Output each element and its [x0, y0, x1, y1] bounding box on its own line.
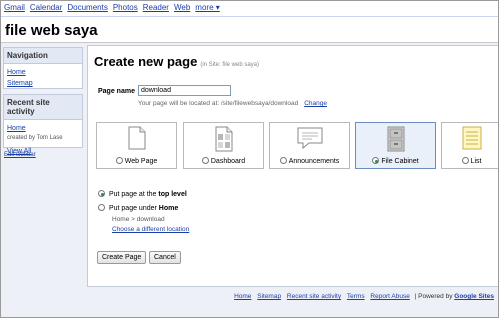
- activity-created-by: created by Tom Lase: [7, 135, 63, 141]
- footer-terms-link[interactable]: Terms: [347, 293, 365, 300]
- template-list[interactable]: List: [441, 122, 498, 169]
- edit-sidebar-link[interactable]: Edit sidebar: [4, 152, 36, 158]
- template-label-announcements: Announcements: [288, 158, 340, 165]
- change-location-link[interactable]: Change: [304, 100, 327, 107]
- page-name-label: Page name: [98, 88, 135, 95]
- location-under-option[interactable]: Put page under Home: [98, 204, 178, 212]
- gbar-reader-link[interactable]: Reader: [143, 3, 169, 15]
- footer: Home Sitemap Recent site activity Terms …: [230, 293, 494, 300]
- radio-list[interactable]: [461, 157, 469, 164]
- page-title-text: Create new page: [94, 54, 198, 69]
- gbar-web-link[interactable]: Web: [174, 3, 190, 15]
- template-web-page[interactable]: Web Page: [96, 122, 177, 169]
- gbar-calendar-link[interactable]: Calendar: [30, 3, 62, 15]
- radio-top-level[interactable]: [98, 190, 105, 197]
- radio-file-cabinet[interactable]: [372, 157, 380, 164]
- create-page-button[interactable]: Create Page: [97, 251, 147, 264]
- gbar-photos-link[interactable]: Photos: [113, 3, 138, 15]
- powered-by-text: | Powered by: [414, 293, 453, 300]
- sidebar-item-home[interactable]: Home: [4, 67, 82, 78]
- browser-frame: Gmail Calendar Documents Photos Reader W…: [0, 0, 499, 318]
- template-label-dashboard: Dashboard: [210, 158, 246, 165]
- site-title[interactable]: file web saya: [5, 22, 98, 39]
- radio-under-home[interactable]: [98, 204, 105, 211]
- radio-announcements[interactable]: [279, 157, 287, 164]
- sidebar-nav-header: Navigation: [4, 48, 82, 64]
- template-file-cabinet[interactable]: File Cabinet: [355, 122, 436, 169]
- breadcrumb: Home > download: [112, 216, 165, 223]
- footer-sitemap-link[interactable]: Sitemap: [257, 293, 281, 300]
- announcements-icon: [296, 126, 324, 155]
- sidebar-recent-activity: Recent site activity Home created by Tom…: [3, 94, 83, 155]
- sidebar-item-sitemap[interactable]: Sitemap: [4, 78, 82, 89]
- cancel-button[interactable]: Cancel: [149, 251, 181, 264]
- google-bar: Gmail Calendar Documents Photos Reader W…: [4, 3, 220, 15]
- dashboard-icon: [215, 126, 233, 157]
- in-site-label: (in Site: file web saya): [200, 62, 260, 68]
- top-level-bold: top level: [158, 191, 187, 198]
- gbar-gmail-link[interactable]: Gmail: [4, 3, 25, 15]
- create-page-panel: Create new page (in Site: file web saya) …: [87, 45, 498, 287]
- sidebar-activity-header: Recent site activity: [4, 95, 82, 120]
- under-prefix: Put page under: [108, 205, 157, 212]
- footer-home-link[interactable]: Home: [234, 293, 251, 300]
- template-label-file-cabinet: File Cabinet: [381, 158, 419, 165]
- list-icon: [462, 126, 482, 155]
- file-cabinet-icon: [387, 126, 405, 157]
- gbar-divider: [1, 16, 498, 17]
- location-hint: Your page will be located at: /site/file…: [138, 100, 327, 107]
- template-dashboard[interactable]: Dashboard: [183, 122, 264, 169]
- footer-report-abuse-link[interactable]: Report Abuse: [370, 293, 409, 300]
- page-name-input[interactable]: [138, 85, 231, 96]
- gbar-documents-link[interactable]: Documents: [67, 3, 107, 15]
- template-label-list: List: [470, 158, 482, 165]
- location-top-level-option[interactable]: Put page at the top level: [98, 190, 187, 198]
- location-hint-text: Your page will be located at: /site/file…: [138, 100, 299, 107]
- footer-recent-activity-link[interactable]: Recent site activity: [287, 293, 341, 300]
- choose-location-link[interactable]: Choose a different location: [112, 226, 189, 233]
- radio-dashboard[interactable]: [201, 157, 209, 164]
- gbar-more-menu[interactable]: more ▾: [195, 3, 219, 15]
- template-label-web-page: Web Page: [124, 158, 158, 165]
- web-page-icon: [128, 126, 146, 155]
- sidebar-navigation: Navigation Home Sitemap: [3, 47, 83, 89]
- activity-item-home[interactable]: Home: [4, 123, 82, 134]
- under-bold: Home: [158, 205, 179, 212]
- radio-web-page[interactable]: [115, 157, 123, 164]
- google-sites-link[interactable]: Google Sites: [454, 293, 494, 300]
- top-level-prefix: Put page at the: [108, 191, 157, 198]
- page-title: Create new page (in Site: file web saya): [94, 54, 259, 69]
- template-announcements[interactable]: Announcements: [269, 122, 350, 169]
